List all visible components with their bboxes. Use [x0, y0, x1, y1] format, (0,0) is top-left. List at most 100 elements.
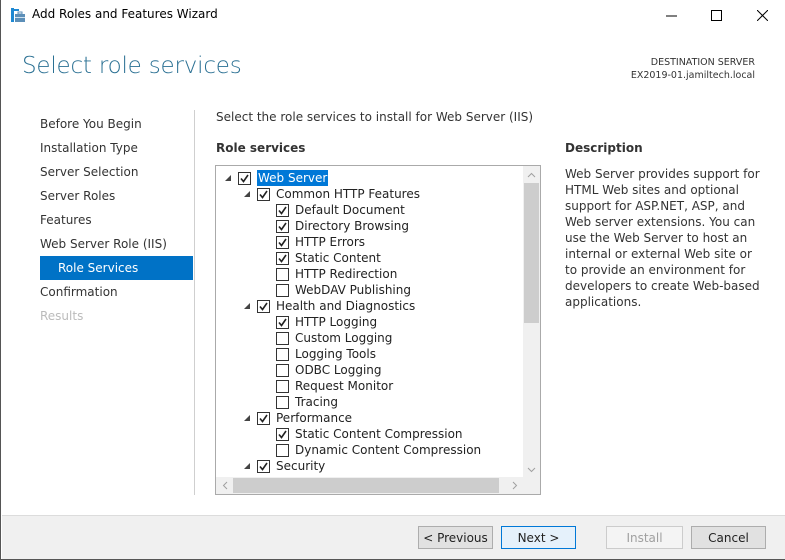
checkbox[interactable] [276, 428, 289, 441]
maximize-icon [710, 9, 722, 21]
tree-item-label[interactable]: Security [276, 458, 325, 474]
tree-item[interactable]: WebDAV Publishing [216, 282, 523, 298]
expand-collapse-icon[interactable] [225, 175, 231, 181]
tree-item-label[interactable]: Logging Tools [295, 346, 376, 362]
expand-collapse-icon[interactable] [244, 191, 250, 197]
maximize-button[interactable] [693, 0, 739, 30]
checkmark-icon [259, 462, 268, 471]
checkbox[interactable] [276, 380, 289, 393]
expand-collapse-icon[interactable] [244, 415, 250, 421]
scroll-right-button[interactable] [506, 477, 523, 494]
close-icon [756, 9, 768, 21]
checkbox[interactable] [257, 460, 270, 473]
destination-server-name: EX2019-01.jamiltech.local [630, 70, 755, 81]
tree-item-label[interactable]: Performance [276, 410, 352, 426]
tree-item-label[interactable]: Directory Browsing [295, 218, 409, 234]
close-button[interactable] [739, 0, 785, 30]
tree-item[interactable]: Request Monitor [216, 378, 523, 394]
tree-item[interactable]: Performance [216, 410, 523, 426]
chevron-down-icon [527, 467, 536, 472]
tree-item[interactable]: Web Server [216, 170, 523, 186]
nav-item-role-services[interactable]: Role Services [40, 256, 193, 280]
tree-item-label[interactable]: HTTP Logging [295, 314, 377, 330]
tree-item[interactable]: HTTP Errors [216, 234, 523, 250]
previous-button[interactable]: < Previous [418, 526, 493, 549]
cancel-button[interactable]: Cancel [691, 526, 766, 549]
scroll-down-button[interactable] [523, 461, 540, 478]
nav-item-confirmation[interactable]: Confirmation [40, 280, 193, 304]
tree-item-label[interactable]: Tracing [295, 394, 338, 410]
tree-item[interactable]: ODBC Logging [216, 362, 523, 378]
tree-item[interactable]: Static Content [216, 250, 523, 266]
tree-item[interactable]: Common HTTP Features [216, 186, 523, 202]
tree-item[interactable]: Static Content Compression [216, 426, 523, 442]
next-button[interactable]: Next > [501, 526, 576, 549]
tree-item[interactable]: Default Document [216, 202, 523, 218]
checkbox[interactable] [276, 348, 289, 361]
checkbox[interactable] [238, 172, 251, 185]
checkbox[interactable] [276, 284, 289, 297]
tree-item-label[interactable]: Default Document [295, 202, 405, 218]
tree-item[interactable]: HTTP Logging [216, 314, 523, 330]
wizard-window: Add Roles and Features Wizard Select rol… [0, 0, 785, 560]
checkmark-icon [278, 254, 287, 263]
expand-collapse-icon[interactable] [244, 303, 250, 309]
nav-item-before-you-begin[interactable]: Before You Begin [40, 112, 193, 136]
checkbox[interactable] [276, 332, 289, 345]
destination-label: DESTINATION SERVER [650, 57, 755, 68]
tree-item-label[interactable]: Web Server [257, 170, 329, 186]
checkbox[interactable] [276, 204, 289, 217]
checkbox[interactable] [276, 252, 289, 265]
tree-item-label[interactable]: Custom Logging [295, 330, 392, 346]
tree-item[interactable]: Security [216, 458, 523, 474]
tree-item-label[interactable]: Health and Diagnostics [276, 298, 415, 314]
instruction-text: Select the role services to install for … [216, 110, 534, 124]
tree-item[interactable]: Custom Logging [216, 330, 523, 346]
scroll-left-button[interactable] [216, 477, 233, 494]
tree-item-label[interactable]: Static Content [295, 250, 381, 266]
checkbox[interactable] [276, 268, 289, 281]
tree-item[interactable]: Tracing [216, 394, 523, 410]
tree-item-label[interactable]: ODBC Logging [295, 362, 382, 378]
nav-item-server-roles[interactable]: Server Roles [40, 184, 193, 208]
checkmark-icon [278, 222, 287, 231]
tree-item-label[interactable]: Request Monitor [295, 378, 393, 394]
tree-item-label[interactable]: HTTP Redirection [295, 266, 397, 282]
minimize-button[interactable] [648, 0, 694, 30]
nav-item-installation-type[interactable]: Installation Type [40, 136, 193, 160]
tree-item[interactable]: Dynamic Content Compression [216, 442, 523, 458]
checkbox[interactable] [257, 300, 270, 313]
checkbox[interactable] [276, 316, 289, 329]
checkbox[interactable] [276, 396, 289, 409]
tree-item[interactable]: Logging Tools [216, 346, 523, 362]
checkbox[interactable] [276, 364, 289, 377]
vertical-scrollbar[interactable] [523, 166, 540, 478]
tree-item[interactable]: Health and Diagnostics [216, 298, 523, 314]
install-button: Install [606, 526, 683, 549]
checkmark-icon [278, 238, 287, 247]
scroll-up-button[interactable] [523, 166, 540, 183]
expand-collapse-icon[interactable] [244, 463, 250, 469]
checkbox[interactable] [257, 412, 270, 425]
checkbox[interactable] [276, 236, 289, 249]
tree-item-label[interactable]: HTTP Errors [295, 234, 365, 250]
tree-item-label[interactable]: WebDAV Publishing [295, 282, 411, 298]
tree-item[interactable]: Directory Browsing [216, 218, 523, 234]
nav-item-web-server-role-iis[interactable]: Web Server Role (IIS) [40, 232, 193, 256]
nav-item-features[interactable]: Features [40, 208, 193, 232]
tree-item-label[interactable]: Static Content Compression [295, 426, 463, 442]
tree-item[interactable]: HTTP Redirection [216, 266, 523, 282]
description-text: Web Server provides support for HTML Web… [565, 167, 760, 309]
tree-item-label[interactable]: Common HTTP Features [276, 186, 420, 202]
checkmark-icon [278, 430, 287, 439]
checkbox[interactable] [276, 444, 289, 457]
role-services-tree[interactable]: Web Server Common HTTP Features Default Do… [215, 165, 541, 495]
vertical-scroll-thumb[interactable] [524, 183, 539, 323]
tree-item-label[interactable]: Dynamic Content Compression [295, 442, 481, 458]
nav-item-server-selection[interactable]: Server Selection [40, 160, 193, 184]
checkbox[interactable] [276, 220, 289, 233]
role-services-header: Role services [216, 141, 306, 155]
horizontal-scroll-thumb[interactable] [233, 478, 499, 493]
horizontal-scrollbar[interactable] [216, 477, 523, 494]
checkbox[interactable] [257, 188, 270, 201]
